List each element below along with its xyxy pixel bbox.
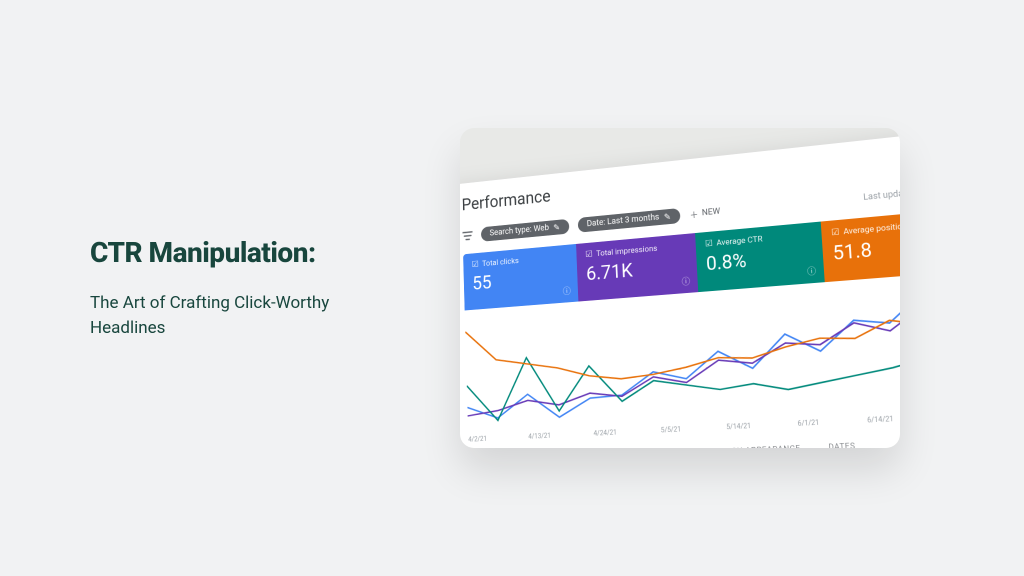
help-icon: ⓘ [807, 264, 817, 277]
series-total-clicks [465, 289, 900, 422]
subline: The Art of Crafting Click-Worthy Headlin… [90, 291, 390, 340]
headline: CTR Manipulation: [90, 236, 410, 269]
metric-total-clicks: Total clicks 55 ⓘ [463, 244, 578, 310]
metric-label: Average CTR [716, 235, 763, 249]
add-filter: ＋ NEW [689, 206, 720, 221]
x-tick: 6/14/21 [867, 415, 894, 424]
date-range-label: Date: Last 3 months [587, 213, 660, 229]
metric-label: Total clicks [482, 257, 519, 269]
metric-average-ctr: Average CTR 0.8% ⓘ [695, 222, 825, 293]
series-average-ctr [466, 329, 900, 422]
new-label: NEW [702, 207, 721, 218]
check-icon [705, 239, 713, 249]
x-tick: 4/24/21 [593, 429, 617, 438]
metric-average-position: Average position 51.8 ⓘ [821, 209, 900, 282]
series-total-impressions [465, 302, 900, 416]
metric-value: 55 [472, 264, 569, 294]
date-range-pill: Date: Last 3 months [578, 208, 681, 233]
search-type-label: Search type: Web [489, 224, 549, 239]
metric-label: Average position [843, 222, 900, 238]
pencil-icon [664, 213, 672, 221]
text-column: CTR Manipulation: The Art of Crafting Cl… [90, 236, 410, 340]
check-icon [585, 250, 593, 260]
tab-search-appearance: SEARCH APPEARANCE [711, 444, 801, 448]
metric-total-impressions: Total impressions 6.71K ⓘ [576, 233, 698, 301]
series-average-position [465, 295, 900, 388]
help-icon: ⓘ [563, 284, 571, 297]
dashboard-image: Performance Search type: Web Date: Last … [460, 128, 900, 448]
check-icon [831, 228, 840, 238]
x-tick: 5/14/21 [726, 422, 751, 431]
pencil-icon [553, 223, 560, 231]
plus-icon: ＋ [689, 208, 698, 221]
help-icon: ⓘ [681, 275, 690, 288]
x-tick: 5/5/21 [661, 426, 682, 435]
x-tick: 4/13/21 [528, 432, 551, 441]
tab-dates: DATES [828, 441, 855, 448]
x-tick: 4/2/21 [468, 435, 487, 443]
filter-icon [462, 231, 472, 241]
last-updated: Last updated: 5 hours [863, 185, 900, 203]
check-icon [472, 260, 479, 270]
search-type-pill: Search type: Web [481, 219, 570, 242]
x-tick: 6/1/21 [797, 419, 819, 428]
performance-panel: Performance Search type: Web Date: Last … [460, 129, 900, 448]
